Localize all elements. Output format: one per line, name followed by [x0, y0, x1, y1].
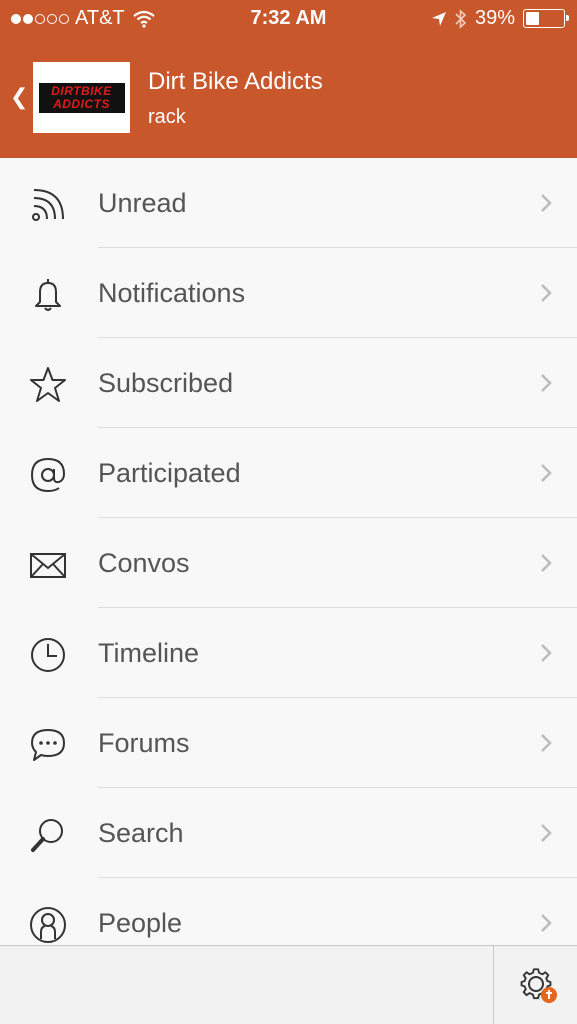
forum-logo: DIRTBIKE ADDICTS	[33, 62, 130, 133]
menu-item-timeline[interactable]: Timeline	[0, 608, 577, 698]
magnifier-icon	[31, 819, 63, 852]
status-right-group: 39%	[431, 7, 569, 30]
at-sign-icon	[30, 457, 66, 493]
bottom-toolbar	[0, 945, 577, 1024]
menu-item-unread[interactable]: Unread	[0, 158, 577, 248]
battery-percent: 39%	[474, 7, 515, 29]
menu-item-label: Subscribed	[98, 367, 234, 398]
toolbar-separator	[493, 946, 494, 1024]
envelope-icon	[30, 553, 66, 578]
forum-logo-art: DIRTBIKE ADDICTS	[38, 82, 125, 113]
gear-icon[interactable]	[518, 966, 560, 1006]
forum-title: Dirt Bike Addicts	[148, 68, 323, 95]
menu-item-label: Unread	[98, 187, 187, 218]
menu-item-label: Forums	[98, 727, 190, 758]
menu-item-search[interactable]: Search	[0, 788, 577, 878]
chevron-right-icon	[541, 284, 552, 302]
app-header: AT&T 7:32 AM 39% ❮ DIRTBIKE ADDICTS Dirt…	[0, 0, 577, 158]
menu-item-subscribed[interactable]: Subscribed	[0, 338, 577, 428]
menu-item-convos[interactable]: Convos	[0, 518, 577, 608]
menu-item-label: Search	[98, 817, 184, 848]
bell-icon	[35, 279, 61, 311]
chevron-right-icon	[541, 374, 552, 392]
menu-list: Unread Notifications Subscribed Particip…	[0, 158, 577, 945]
menu-item-notifications[interactable]: Notifications	[0, 248, 577, 338]
menu-item-label: People	[98, 907, 183, 938]
menu-item-label: Participated	[98, 457, 241, 488]
clock-icon	[31, 638, 65, 672]
bluetooth-icon	[455, 8, 467, 29]
chevron-right-icon	[541, 914, 552, 932]
chevron-right-icon	[541, 194, 552, 212]
location-arrow-icon	[431, 11, 446, 26]
battery-icon	[523, 9, 569, 28]
back-chevron-icon[interactable]: ❮	[10, 84, 28, 110]
tapatalk-badge-icon	[541, 987, 557, 1003]
menu-item-participated[interactable]: Participated	[0, 428, 577, 518]
chevron-right-icon	[541, 734, 552, 752]
rss-icon	[32, 189, 64, 221]
person-icon	[30, 907, 66, 943]
username-label: rack	[148, 106, 186, 128]
chat-bubble-icon	[31, 729, 65, 761]
star-icon	[30, 367, 66, 402]
menu-item-label: Timeline	[98, 637, 200, 668]
chevron-right-icon	[541, 464, 552, 482]
menu-item-forums[interactable]: Forums	[0, 698, 577, 788]
menu-item-label: Convos	[98, 547, 190, 578]
chevron-right-icon	[541, 554, 552, 572]
chevron-right-icon	[541, 644, 552, 662]
menu-item-people[interactable]: People	[0, 878, 577, 945]
status-bar: AT&T 7:32 AM 39%	[0, 0, 577, 38]
menu-item-label: Notifications	[98, 277, 246, 308]
chevron-right-icon	[541, 824, 552, 842]
